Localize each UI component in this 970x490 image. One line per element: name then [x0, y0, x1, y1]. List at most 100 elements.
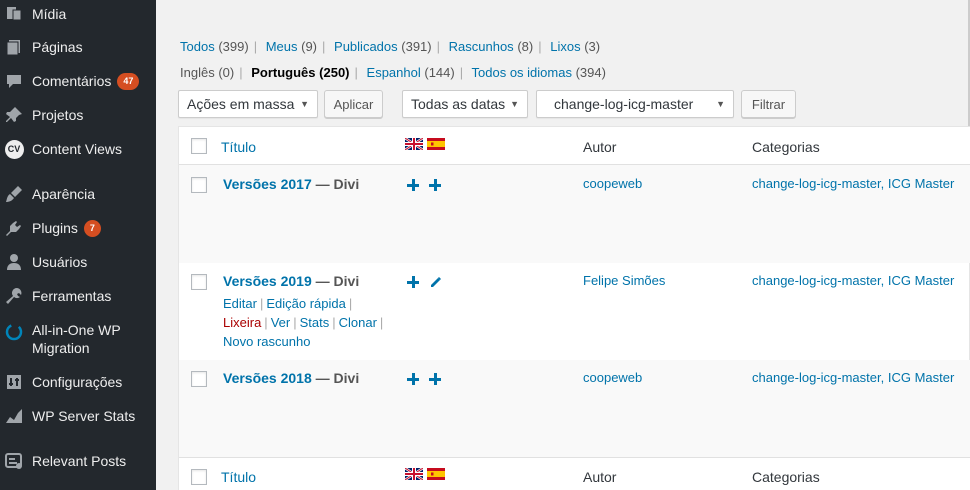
sidebar-item-label: Comentários — [32, 73, 112, 89]
table-header: Título Autor Categorias — [179, 127, 970, 165]
table-footer: Título Autor Categorias — [179, 457, 970, 490]
category-filter-select[interactable]: change-log-icg-master ▼ — [536, 90, 734, 118]
select-all-checkbox[interactable] — [191, 138, 207, 154]
edit-link[interactable]: Editar — [223, 296, 257, 311]
sidebar-item-comentarios[interactable]: Comentários 47 — [0, 71, 156, 91]
language-actions — [407, 276, 442, 289]
category-link[interactable]: ICG Master — [888, 176, 954, 191]
row-checkbox[interactable] — [191, 274, 207, 290]
category-link[interactable]: ICG Master — [888, 370, 954, 385]
sidebar-item-relevant-posts[interactable]: Relevant Posts — [0, 451, 156, 471]
apply-button[interactable]: Aplicar — [324, 90, 383, 118]
sidebar-item-label: Content Views — [32, 141, 123, 157]
sidebar-item-all-in-one-wp-migration[interactable]: All-in-One WP Migration — [0, 321, 156, 359]
main-content: Todos (399) | Meus (9) | Publicados (391) |… — [156, 0, 970, 490]
post-state: — Divi — [315, 273, 360, 289]
uk-flag-icon — [405, 468, 423, 480]
add-spanish-translation-icon[interactable] — [429, 373, 441, 385]
pin-icon — [4, 105, 24, 125]
column-categories-footer: Categorias — [752, 469, 820, 485]
add-english-translation-icon[interactable] — [407, 179, 419, 191]
row-title: Versões 2018 — Divi — [223, 370, 359, 386]
clone-link[interactable]: Clonar — [339, 315, 377, 330]
new-draft-link[interactable]: Novo rascunho — [223, 334, 310, 349]
language-filter-label: Inglês — [180, 65, 215, 80]
sidebar-item-usuarios[interactable]: Usuários — [0, 252, 156, 272]
category-link[interactable]: ICG Master — [888, 273, 954, 288]
status-filter-publicados[interactable]: Publicados — [334, 39, 398, 54]
author-link[interactable]: Felipe Simões — [583, 273, 665, 288]
stats-link[interactable]: Stats — [300, 315, 330, 330]
sidebar-item-midia[interactable]: Mídia — [0, 4, 156, 24]
date-filter-value: Todas as datas — [411, 96, 506, 112]
status-filter-rascunhos[interactable]: Rascunhos — [449, 39, 514, 54]
status-filter-label: Rascunhos — [448, 39, 514, 54]
filter-button[interactable]: Filtrar — [741, 90, 796, 118]
post-state: — Divi — [315, 370, 360, 386]
add-english-translation-icon[interactable] — [407, 276, 419, 288]
sidebar-item-configuracoes[interactable]: Configurações — [0, 372, 156, 392]
language-filter-espanhol[interactable]: Espanhol — [367, 65, 421, 80]
view-link[interactable]: Ver — [271, 315, 291, 330]
status-filter-count: (9) — [301, 39, 318, 54]
category-link[interactable]: change-log-icg-master — [752, 176, 881, 191]
language-filter-todos-idiomas[interactable]: Todos os idiomas — [472, 65, 572, 80]
language-filter-ingles: Inglês (0) — [180, 65, 234, 80]
language-filter-count: (394) — [575, 65, 606, 80]
author-link[interactable]: coopeweb — [583, 176, 642, 191]
chevron-down-icon: ▼ — [510, 99, 519, 109]
status-filter-lixos[interactable]: Lixos — [550, 39, 580, 54]
language-filter-label: Todos os idiomas — [471, 65, 572, 80]
sidebar-item-label: Aparência — [32, 186, 96, 202]
language-filter-label: Português — [251, 65, 316, 80]
status-filter-label: Meus — [265, 39, 298, 54]
cv-icon-text: CV — [4, 139, 24, 159]
sidebar-item-label: Plugins — [32, 220, 78, 236]
admin-sidebar: Mídia Páginas Comentários 47 Projetos CV… — [0, 0, 156, 490]
author-link[interactable]: coopeweb — [583, 370, 642, 385]
status-filter-todos[interactable]: Todos — [180, 39, 215, 54]
language-filter-portugues[interactable]: Português (250) — [251, 65, 349, 80]
bulk-action-select[interactable]: Ações em massa ▼ — [178, 90, 318, 118]
status-filter-count: (391) — [401, 39, 432, 54]
language-filter-count: (0) — [218, 65, 235, 80]
stats-icon — [4, 406, 24, 426]
sidebar-item-paginas[interactable]: Páginas — [0, 37, 156, 57]
spain-flag-icon — [427, 138, 445, 150]
row-checkbox[interactable] — [191, 371, 207, 387]
sidebar-item-wp-server-stats[interactable]: WP Server Stats — [0, 406, 156, 426]
sidebar-item-plugins[interactable]: Plugins 7 — [0, 218, 156, 238]
row-checkbox[interactable] — [191, 177, 207, 193]
add-english-translation-icon[interactable] — [407, 373, 419, 385]
column-title-sort[interactable]: Título — [221, 139, 256, 155]
sidebar-item-ferramentas[interactable]: Ferramentas — [0, 286, 156, 306]
post-title-link[interactable]: Versões 2017 — [223, 176, 312, 192]
category-link[interactable]: change-log-icg-master — [752, 273, 881, 288]
row-title: Versões 2017 — Divi — [223, 176, 359, 192]
sidebar-item-label: Projetos — [32, 107, 84, 123]
pages-icon — [4, 37, 24, 57]
edit-spanish-translation-icon[interactable] — [429, 276, 442, 289]
sidebar-item-label: Ferramentas — [32, 288, 112, 304]
bulk-action-value: Ações em massa — [187, 96, 295, 112]
sidebar-item-content-views[interactable]: CV Content Views — [0, 139, 156, 159]
users-icon — [4, 252, 24, 272]
post-title-link[interactable]: Versões 2019 — [223, 273, 312, 289]
post-title-link[interactable]: Versões 2018 — [223, 370, 312, 386]
sidebar-item-label: All-in-One WP — [32, 322, 121, 338]
status-filter-links: Todos (399) | Meus (9) | Publicados (391) |… — [180, 39, 601, 54]
post-state: — Divi — [315, 176, 360, 192]
select-all-checkbox-footer[interactable] — [191, 469, 207, 485]
status-filter-meus[interactable]: Meus — [266, 39, 298, 54]
category-link[interactable]: change-log-icg-master — [752, 370, 881, 385]
sidebar-item-aparencia[interactable]: Aparência — [0, 184, 156, 204]
sidebar-item-label: WP Server Stats — [32, 408, 136, 424]
tools-icon — [4, 286, 24, 306]
quick-edit-link[interactable]: Edição rápida — [266, 296, 346, 311]
date-filter-select[interactable]: Todas as datas ▼ — [402, 90, 528, 118]
trash-link[interactable]: Lixeira — [223, 315, 261, 330]
add-spanish-translation-icon[interactable] — [429, 179, 441, 191]
sidebar-item-projetos[interactable]: Projetos — [0, 105, 156, 125]
column-title-sort-footer[interactable]: Título — [221, 469, 256, 485]
column-categories: Categorias — [752, 139, 820, 155]
